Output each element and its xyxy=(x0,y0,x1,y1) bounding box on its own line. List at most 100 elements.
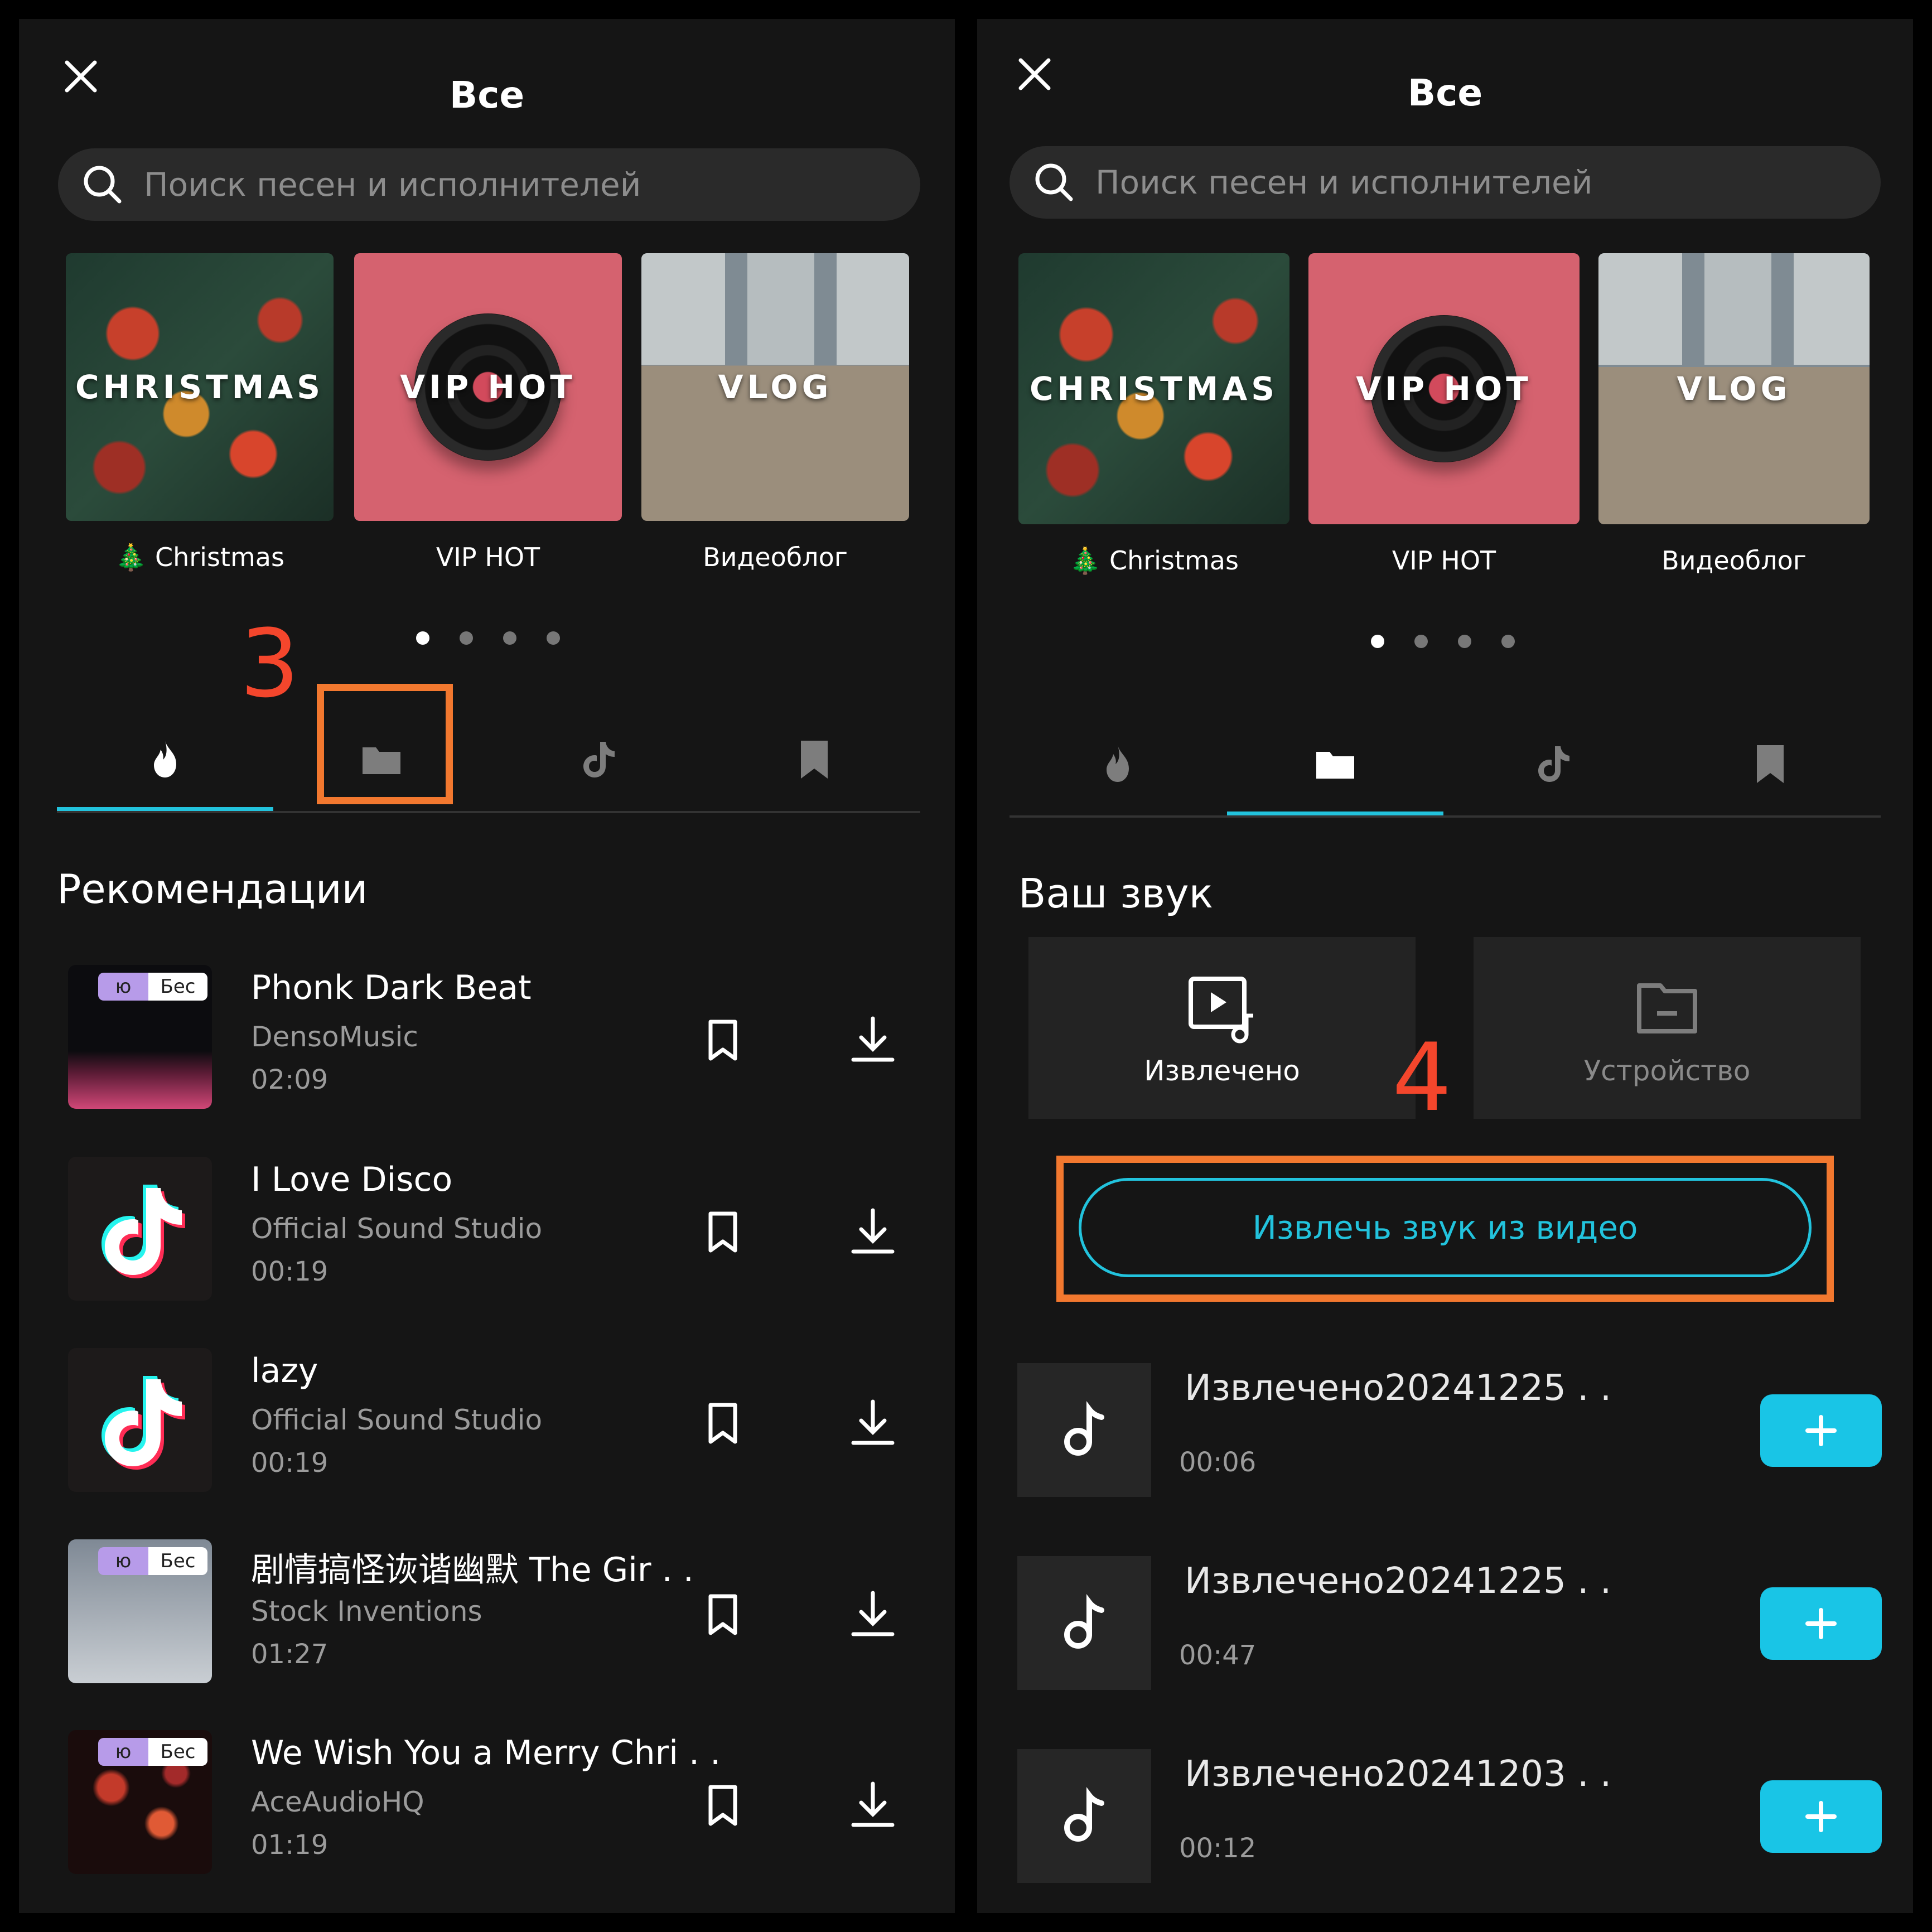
bookmark-button[interactable] xyxy=(698,1590,747,1639)
source-device[interactable]: Устройство xyxy=(1474,937,1861,1119)
track-artist: Official Sound Studio xyxy=(251,1404,543,1436)
track-duration: 02:09 xyxy=(251,1064,329,1095)
playlist-label: VIP HOT xyxy=(1392,545,1496,576)
plus-icon xyxy=(1805,1608,1837,1639)
carousel-dot xyxy=(1501,635,1515,648)
track-duration: 00:19 xyxy=(251,1256,329,1287)
carousel-dot xyxy=(1371,635,1384,648)
carousel-dot xyxy=(1414,635,1428,648)
download-button[interactable] xyxy=(846,1777,900,1832)
search-input[interactable]: Поиск песен и исполнителей xyxy=(1010,146,1881,219)
playlist-label: Видеоблог xyxy=(703,542,848,572)
track-cover: ю Бес xyxy=(68,1730,212,1874)
tab-trending[interactable] xyxy=(1010,715,1226,813)
track-title: Phonk Dark Beat xyxy=(251,968,532,1007)
music-panel-recommendations: Все Поиск песен и исполнителей CHRISTMAS… xyxy=(19,19,955,1913)
download-button[interactable] xyxy=(846,1395,900,1450)
add-sound-button[interactable] xyxy=(1760,1780,1882,1853)
track-cover: ю Бес xyxy=(68,965,212,1109)
bookmark-button[interactable] xyxy=(698,1015,747,1064)
tab-trending[interactable] xyxy=(57,711,273,811)
sound-name: Извлечено20241225 . . xyxy=(1185,1368,1612,1409)
track-artist: DensoMusic xyxy=(251,1021,418,1053)
track-cover: ю Бес xyxy=(68,1539,212,1683)
playlist-card-christmas[interactable]: CHRISTMAS xyxy=(66,253,334,521)
bookmark-outline-icon xyxy=(708,1785,737,1826)
track-title: We Wish You a Merry Chri . . xyxy=(251,1733,721,1772)
playlist-overlay-text: CHRISTMAS xyxy=(1029,370,1279,408)
bookmark-icon xyxy=(1757,745,1784,783)
bookmark-button[interactable] xyxy=(698,1207,747,1256)
track-duration: 00:19 xyxy=(251,1447,329,1479)
music-note-icon xyxy=(1064,1594,1104,1649)
playlist-card-vip-hot[interactable]: VIP HOT xyxy=(1308,253,1580,524)
folder-icon xyxy=(1316,752,1354,779)
download-button[interactable] xyxy=(846,1586,900,1641)
sound-name: Извлечено20241225 . . xyxy=(1185,1561,1612,1602)
badge: ю Бес xyxy=(98,973,207,1001)
tiktok-icon xyxy=(583,742,615,777)
extracted-sound-row[interactable]: Извлечено20241225 . . 00:47 xyxy=(1017,1556,1899,1690)
tiktok-logo-icon xyxy=(102,1376,185,1470)
add-sound-button[interactable] xyxy=(1760,1394,1882,1467)
video-music-icon xyxy=(1189,977,1253,1044)
track-row[interactable]: ю Бес 剧情搞怪诙谐幽默 The Gir . . Stock Inventio… xyxy=(68,1539,938,1684)
tab-saved[interactable] xyxy=(706,711,922,809)
track-row[interactable]: ю Бес Phonk Dark Beat DensoMusic 02:09 xyxy=(68,965,938,1110)
playlist-card-vip-hot[interactable]: VIP HOT xyxy=(354,253,622,521)
playlist-card-christmas[interactable]: CHRISTMAS xyxy=(1018,253,1289,524)
step-number-label: 3 xyxy=(240,609,300,718)
page-title: Все xyxy=(449,74,525,117)
playlist-label: Видеоблог xyxy=(1661,545,1807,576)
download-button[interactable] xyxy=(846,1012,900,1066)
sound-duration: 00:06 xyxy=(1179,1447,1257,1478)
carousel-dot xyxy=(416,631,429,645)
add-sound-button[interactable] xyxy=(1760,1587,1882,1660)
track-cover xyxy=(68,1157,212,1301)
tab-my-sounds[interactable] xyxy=(1227,715,1443,815)
download-button[interactable] xyxy=(846,1204,900,1258)
bookmark-button[interactable] xyxy=(698,1780,747,1829)
playlist-label: 🎄 Christmas xyxy=(115,542,284,572)
tab-bar xyxy=(1010,715,1881,818)
sound-thumbnail xyxy=(1017,1749,1151,1883)
music-note-icon xyxy=(1064,1401,1104,1456)
sound-thumbnail xyxy=(1017,1556,1151,1690)
carousel-indicator xyxy=(416,631,560,645)
bookmark-button[interactable] xyxy=(698,1398,747,1447)
source-extracted[interactable]: Извлечено xyxy=(1028,937,1416,1119)
track-cover xyxy=(68,1348,212,1492)
download-icon xyxy=(851,1781,895,1827)
playlist-label: VIP HOT xyxy=(436,542,540,572)
bookmark-outline-icon xyxy=(708,1020,737,1061)
track-row[interactable]: lazy Official Sound Studio 00:19 xyxy=(68,1348,938,1493)
tab-tiktok[interactable] xyxy=(1445,715,1661,813)
track-row[interactable]: I Love Disco Official Sound Studio 00:19 xyxy=(68,1157,938,1302)
track-duration: 01:27 xyxy=(251,1639,329,1670)
flame-icon xyxy=(154,741,176,777)
tab-tiktok[interactable] xyxy=(490,711,706,809)
track-artist: Official Sound Studio xyxy=(251,1213,543,1245)
extracted-sound-row[interactable]: Извлечено20241203 . . 00:12 xyxy=(1017,1749,1899,1883)
bookmark-outline-icon xyxy=(708,1403,737,1444)
search-input[interactable]: Поиск песен и исполнителей xyxy=(58,148,920,221)
track-title: lazy xyxy=(251,1351,318,1390)
download-icon xyxy=(851,1591,895,1636)
playlist-card-vlog[interactable]: VLOG xyxy=(1598,253,1870,524)
extracted-sound-row[interactable]: Извлечено20241225 . . 00:06 xyxy=(1017,1363,1899,1497)
music-note-icon xyxy=(1064,1787,1104,1842)
download-icon xyxy=(851,1208,895,1254)
extract-audio-button[interactable]: Извлечь звук из видео xyxy=(1079,1178,1812,1277)
track-artist: Stock Inventions xyxy=(251,1595,482,1627)
step-number-label: 4 xyxy=(1392,1023,1452,1132)
carousel-dot xyxy=(1458,635,1471,648)
sound-duration: 00:47 xyxy=(1179,1640,1257,1671)
track-duration: 01:19 xyxy=(251,1829,329,1861)
track-title: I Love Disco xyxy=(251,1160,453,1199)
badge: ю Бес xyxy=(98,1738,207,1766)
sound-thumbnail xyxy=(1017,1363,1151,1497)
playlist-overlay-text: VIP HOT xyxy=(1356,370,1532,408)
track-row[interactable]: ю Бес We Wish You a Merry Chri . . AceAud… xyxy=(68,1730,938,1875)
tab-saved[interactable] xyxy=(1662,715,1878,813)
playlist-card-vlog[interactable]: VLOG xyxy=(641,253,909,521)
